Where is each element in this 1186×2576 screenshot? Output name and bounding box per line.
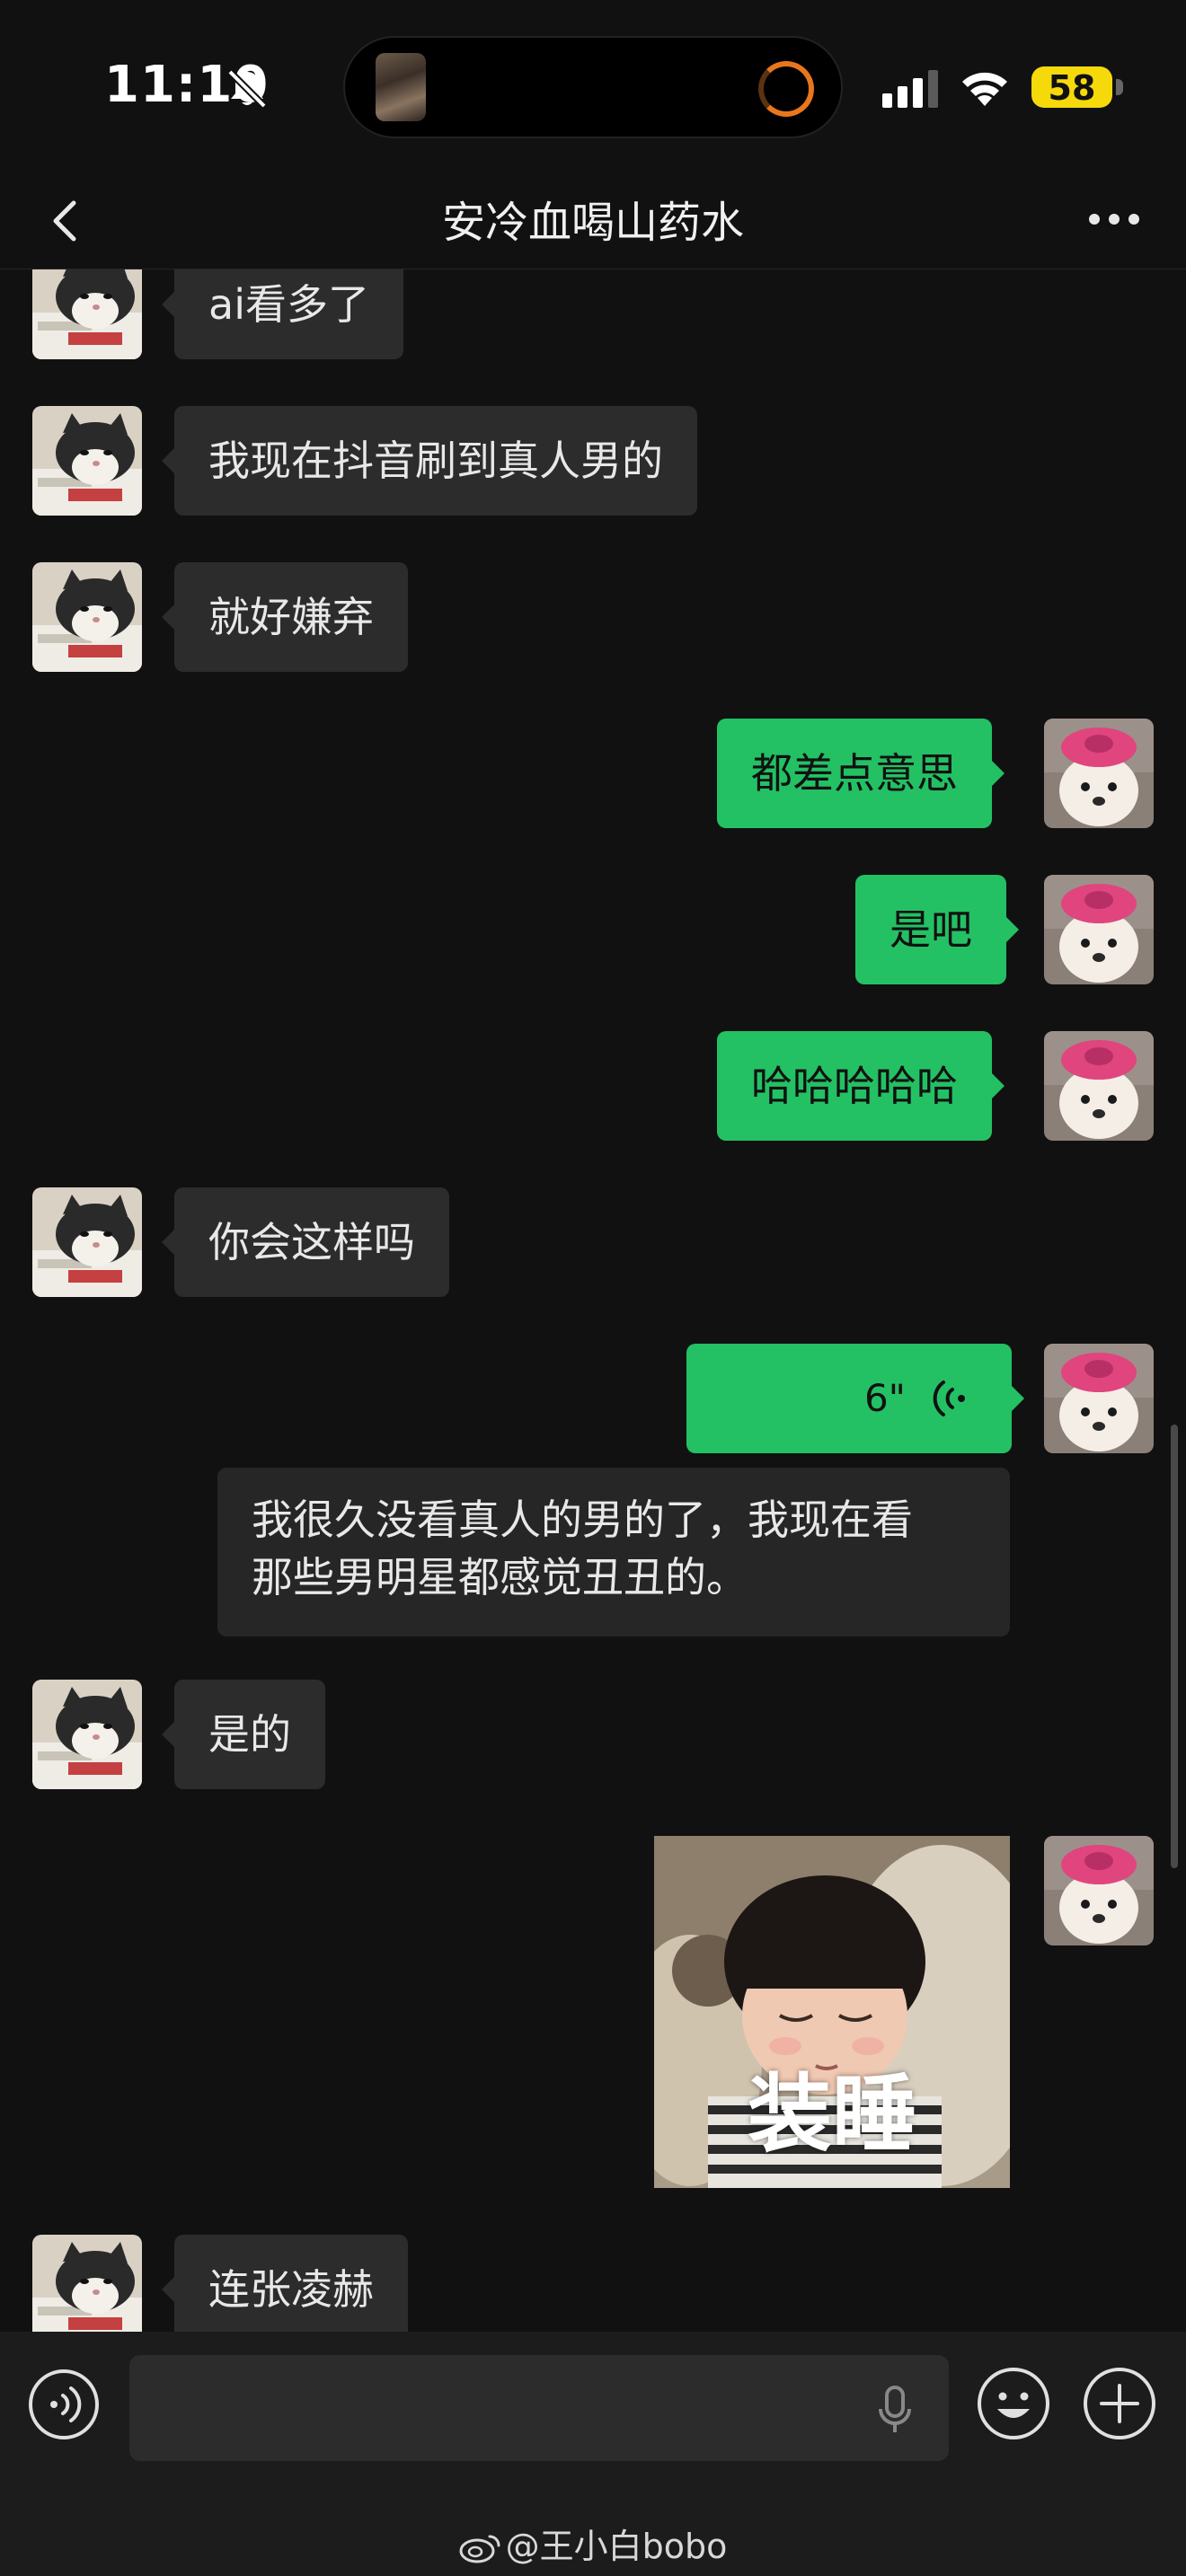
contact-avatar[interactable] [32, 406, 142, 516]
sticker-caption: 装睡 [747, 2066, 916, 2164]
input-bar: @王小白bobo [0, 2332, 1186, 2576]
incoming-message[interactable]: 是的 [162, 1680, 325, 1789]
watermark: @王小白bobo [0, 2519, 1186, 2568]
cat-avatar-image [32, 562, 142, 672]
status-bar: 11:10 58 [0, 0, 1186, 171]
emoji-icon[interactable] [976, 2366, 1051, 2441]
add-attachment-icon[interactable] [1082, 2366, 1157, 2441]
incoming-message[interactable]: 就好嫌弃 [162, 562, 408, 672]
chat-title: 安冷血喝山药水 [441, 198, 744, 248]
cat-avatar-image [32, 269, 142, 359]
cellular-signal-icon [882, 70, 938, 108]
outgoing-message[interactable]: 都差点意思 [717, 719, 1005, 828]
weibo-logo-icon [459, 2535, 500, 2563]
incoming-message[interactable]: 你会这样吗 [162, 1187, 449, 1297]
battery-indicator: 58 [1031, 66, 1112, 108]
battery-level: 58 [1048, 68, 1096, 108]
my-avatar[interactable] [1044, 1836, 1154, 1945]
wifi-icon [962, 72, 1007, 106]
contact-avatar[interactable] [32, 1680, 142, 1789]
voice-input-toggle-icon[interactable] [27, 2368, 101, 2441]
dog-avatar-image [1044, 1031, 1154, 1141]
voice-transcript[interactable]: 我很久没看真人的男的了，我现在看 那些男明星都感觉丑丑的。 [217, 1468, 1010, 1636]
dog-avatar-image [1044, 875, 1154, 984]
transcript-line-2: 那些男明星都感觉丑丑的。 [252, 1553, 748, 1601]
dynamic-island[interactable] [343, 36, 843, 138]
my-avatar[interactable] [1044, 1031, 1154, 1141]
cat-avatar-image [32, 1680, 142, 1789]
my-avatar[interactable] [1044, 1344, 1154, 1453]
dog-avatar-image [1044, 719, 1154, 828]
sticker-message[interactable]: 装睡 [654, 1836, 1010, 2188]
incoming-message[interactable]: 连张凌赫 [162, 2235, 408, 2332]
watermark-text: @王小白bobo [505, 2527, 728, 2566]
cat-avatar-image [32, 406, 142, 516]
contact-avatar[interactable] [32, 1187, 142, 1297]
my-avatar[interactable] [1044, 719, 1154, 828]
voice-wave-icon [933, 1381, 965, 1416]
dog-avatar-image [1044, 1836, 1154, 1945]
microphone-icon[interactable] [877, 2386, 913, 2434]
more-options-icon[interactable] [1078, 192, 1150, 246]
chat-header: 安冷血喝山药水 [0, 171, 1186, 269]
outgoing-message[interactable]: 是吧 [855, 875, 1019, 984]
contact-avatar[interactable] [32, 269, 142, 359]
cat-avatar-image [32, 2235, 142, 2332]
voice-duration: 6" [863, 1376, 906, 1420]
message-list[interactable]: ai看多了 我现在抖音刷到真人男的 就好嫌弃 都差点意思 是吧 哈哈哈哈哈 你会… [0, 269, 1186, 2332]
scrollbar[interactable] [1171, 1425, 1178, 1868]
cat-avatar-image [32, 1187, 142, 1297]
battery-tip [1116, 79, 1123, 95]
dog-avatar-image [1044, 1344, 1154, 1453]
incoming-message[interactable]: ai看多了 [162, 269, 403, 359]
incoming-message[interactable]: 我现在抖音刷到真人男的 [162, 406, 697, 516]
bell-muted-icon [227, 69, 267, 109]
outgoing-message[interactable]: 哈哈哈哈哈 [717, 1031, 1005, 1141]
contact-avatar[interactable] [32, 562, 142, 672]
message-input[interactable] [129, 2355, 949, 2461]
now-playing-thumbnail [376, 53, 426, 121]
voice-message[interactable]: 6" [686, 1344, 1024, 1453]
transcript-line-1: 我很久没看真人的男的了，我现在看 [252, 1495, 913, 1544]
activity-ring-icon [758, 61, 814, 117]
contact-avatar[interactable] [32, 2235, 142, 2332]
my-avatar[interactable] [1044, 875, 1154, 984]
